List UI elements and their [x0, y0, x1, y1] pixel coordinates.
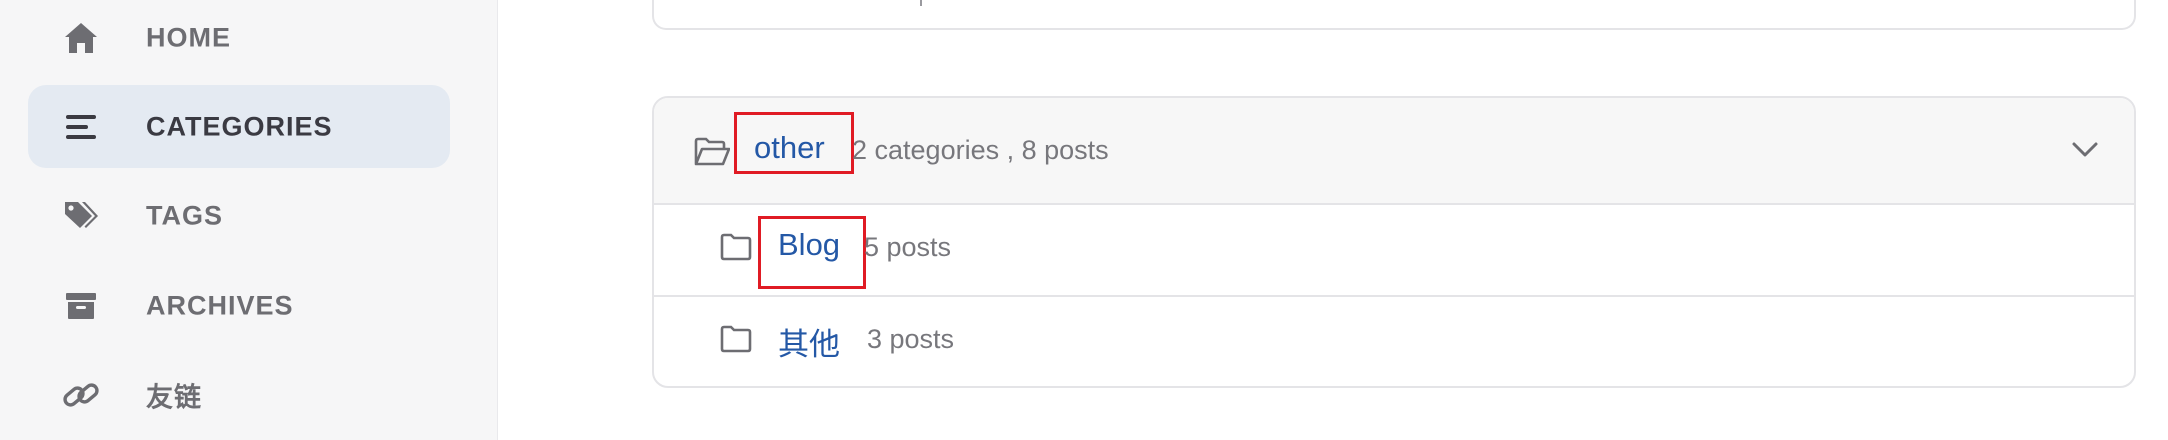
category-header[interactable]: other 2 categories , 8 posts — [654, 98, 2134, 205]
subcategory-meta: 3 posts — [867, 324, 955, 354]
sidebar-item-label: TAGS — [146, 200, 223, 230]
tags-icon — [61, 196, 101, 236]
sidebar-item-archives[interactable]: ARCHIVES — [28, 264, 450, 347]
category-meta: 2 categories , 8 posts — [852, 135, 1109, 165]
chevron-down-icon[interactable] — [2071, 140, 2099, 165]
sidebar-item-label: HOME — [146, 22, 231, 52]
archive-icon — [61, 286, 101, 326]
folder-icon — [720, 325, 752, 358]
sidebar-item-label: CATEGORIES — [146, 111, 333, 141]
home-icon — [61, 18, 101, 58]
sidebar-item-home[interactable]: HOME — [28, 0, 450, 79]
list-icon — [61, 107, 101, 147]
previous-category-card — [652, 0, 2136, 30]
highlight-box — [758, 216, 866, 289]
subcategory-row[interactable]: Blog 5 posts — [654, 205, 2134, 297]
sidebar-item-label: ARCHIVES — [146, 290, 294, 320]
folder-open-icon — [694, 137, 731, 172]
sidebar: HOME CATEGORIES TAGS ARCHIVES 友链 — [0, 0, 498, 440]
subcategory-link[interactable]: 其他 — [778, 319, 840, 364]
sidebar-item-label: 友链 — [146, 382, 202, 412]
cut-off-text — [920, 0, 922, 6]
link-icon — [61, 375, 101, 415]
sidebar-item-tags[interactable]: TAGS — [28, 174, 450, 257]
sidebar-item-links[interactable]: 友链 — [28, 353, 450, 436]
subcategory-meta: 5 posts — [864, 232, 952, 262]
subcategory-row[interactable]: 其他 3 posts — [654, 297, 2134, 386]
category-card: other 2 categories , 8 posts Blog 5 post… — [652, 96, 2136, 388]
highlight-box — [734, 112, 854, 174]
sidebar-item-categories[interactable]: CATEGORIES — [28, 85, 450, 168]
folder-icon — [720, 233, 752, 266]
